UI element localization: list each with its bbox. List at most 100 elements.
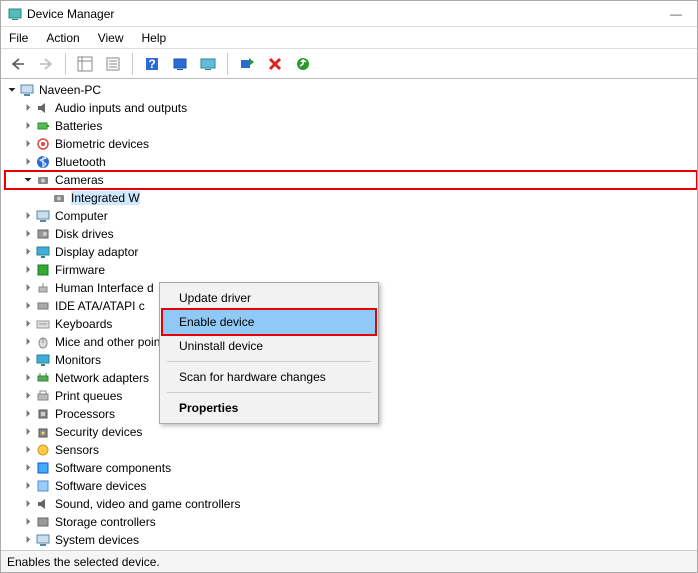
category-label: Security devices — [55, 425, 142, 439]
tree-category[interactable]: ⏵ Sound, video and game controllers — [5, 495, 697, 513]
root-label: Naveen-PC — [39, 83, 101, 97]
category-label: Bluetooth — [55, 155, 106, 169]
category-label: IDE ATA/ATAPI c — [55, 299, 145, 313]
toolbar-separator — [65, 53, 66, 75]
enable-button[interactable] — [236, 53, 258, 75]
help-button[interactable]: ? — [141, 53, 163, 75]
uninstall-button[interactable] — [264, 53, 286, 75]
ctx-update-driver[interactable]: Update driver — [163, 286, 375, 310]
menu-help[interactable]: Help — [142, 31, 167, 45]
category-label: Batteries — [55, 119, 102, 133]
expand-arrow-icon[interactable]: ⏵ — [21, 229, 35, 240]
app-icon — [7, 6, 23, 22]
toolbar-separator — [132, 53, 133, 75]
tree-category[interactable]: ⏵ Bluetooth — [5, 153, 697, 171]
category-label: Sound, video and game controllers — [55, 497, 240, 511]
device-category-icon — [35, 118, 51, 134]
ctx-uninstall-device[interactable]: Uninstall device — [163, 334, 375, 358]
device-category-icon — [35, 532, 51, 548]
scan-button[interactable] — [169, 53, 191, 75]
camera-icon — [51, 190, 67, 206]
tree-category[interactable]: ⏵ Firmware — [5, 261, 697, 279]
expand-arrow-icon[interactable]: ⏵ — [21, 391, 35, 402]
show-hidden-button[interactable] — [74, 53, 96, 75]
category-label: Firmware — [55, 263, 105, 277]
tree-category[interactable]: ⏵ Disk drives — [5, 225, 697, 243]
category-label: Computer — [55, 209, 108, 223]
tree-device-item[interactable]: Integrated W — [5, 189, 697, 207]
device-category-icon — [35, 406, 51, 422]
tree-category[interactable]: ⏵Biometric devices — [5, 135, 697, 153]
menu-view[interactable]: View — [98, 31, 124, 45]
expand-arrow-icon[interactable]: ⏵ — [21, 499, 35, 510]
category-label: Storage controllers — [55, 515, 156, 529]
tree-category[interactable]: ⏵Audio inputs and outputs — [5, 99, 697, 117]
status-bar: Enables the selected device. — [1, 550, 697, 572]
device-tree[interactable]: ⏷ Naveen-PC ⏵Audio inputs and outputs⏵Ba… — [1, 79, 697, 550]
expand-arrow-icon[interactable]: ⏵ — [21, 139, 35, 150]
back-button[interactable] — [7, 53, 29, 75]
ctx-properties[interactable]: Properties — [163, 396, 375, 420]
ctx-enable-device[interactable]: Enable device — [163, 310, 375, 334]
expand-arrow-icon[interactable]: ⏵ — [21, 337, 35, 348]
expand-arrow-icon[interactable]: ⏵ — [21, 157, 35, 168]
menu-bar: File Action View Help — [1, 27, 697, 49]
expand-arrow-icon[interactable]: ⏵ — [21, 445, 35, 456]
expand-arrow-icon[interactable]: ⏵ — [21, 409, 35, 420]
ctx-separator — [167, 361, 371, 362]
svg-text:?: ? — [148, 57, 155, 71]
expand-arrow-icon[interactable]: ⏷ — [5, 85, 19, 96]
expand-arrow-icon[interactable]: ⏵ — [21, 103, 35, 114]
expand-arrow-icon[interactable]: ⏵ — [21, 319, 35, 330]
menu-action[interactable]: Action — [46, 31, 79, 45]
forward-button[interactable] — [35, 53, 57, 75]
tree-category[interactable]: ⏷Cameras — [5, 171, 697, 189]
minimize-button[interactable]: — — [661, 7, 691, 21]
expand-arrow-icon[interactable]: ⏵ — [21, 211, 35, 222]
tree-category[interactable]: ⏵ Batteries — [5, 117, 697, 135]
tree-root[interactable]: ⏷ Naveen-PC — [5, 81, 697, 99]
refresh-button[interactable] — [292, 53, 314, 75]
expand-arrow-icon[interactable]: ⏷ — [21, 175, 35, 186]
device-label: Integrated W — [71, 191, 140, 205]
expand-arrow-icon[interactable]: ⏵ — [21, 427, 35, 438]
device-category-icon — [35, 460, 51, 476]
ctx-separator — [167, 392, 371, 393]
expand-arrow-icon[interactable]: ⏵ — [21, 463, 35, 474]
expand-arrow-icon[interactable]: ⏵ — [21, 301, 35, 312]
device-category-icon — [35, 208, 51, 224]
device-category-icon — [35, 478, 51, 494]
category-label: Disk drives — [55, 227, 114, 241]
ctx-scan-hardware[interactable]: Scan for hardware changes — [163, 365, 375, 389]
tree-category[interactable]: ⏵ Software components — [5, 459, 697, 477]
menu-file[interactable]: File — [9, 31, 28, 45]
expand-arrow-icon[interactable]: ⏵ — [21, 247, 35, 258]
device-category-icon — [35, 334, 51, 350]
tree-category[interactable]: ⏵ Security devices — [5, 423, 697, 441]
tree-category[interactable]: ⏵Display adaptor — [5, 243, 697, 261]
category-label: Software components — [55, 461, 171, 475]
update-driver-button[interactable] — [197, 53, 219, 75]
expand-arrow-icon[interactable]: ⏵ — [21, 481, 35, 492]
expand-arrow-icon[interactable]: ⏵ — [21, 517, 35, 528]
tree-category[interactable]: ⏵ Software devices — [5, 477, 697, 495]
category-label: System devices — [55, 533, 139, 547]
expand-arrow-icon[interactable]: ⏵ — [21, 373, 35, 384]
category-label: Processors — [55, 407, 115, 421]
device-category-icon — [35, 388, 51, 404]
expand-arrow-icon[interactable]: ⏵ — [21, 121, 35, 132]
device-category-icon — [35, 352, 51, 368]
tree-category[interactable]: ⏵ Computer — [5, 207, 697, 225]
toolbar-separator — [227, 53, 228, 75]
expand-arrow-icon[interactable]: ⏵ — [21, 283, 35, 294]
expand-arrow-icon[interactable]: ⏵ — [21, 355, 35, 366]
tree-category[interactable]: ⏵ Storage controllers — [5, 513, 697, 531]
properties-button[interactable] — [102, 53, 124, 75]
context-menu: Update driver Enable device Uninstall de… — [159, 282, 379, 424]
device-category-icon — [35, 424, 51, 440]
tree-category[interactable]: ⏵Sensors — [5, 441, 697, 459]
tree-category[interactable]: ⏵ System devices — [5, 531, 697, 549]
category-label: Software devices — [55, 479, 146, 493]
expand-arrow-icon[interactable]: ⏵ — [21, 265, 35, 276]
expand-arrow-icon[interactable]: ⏵ — [21, 535, 35, 546]
